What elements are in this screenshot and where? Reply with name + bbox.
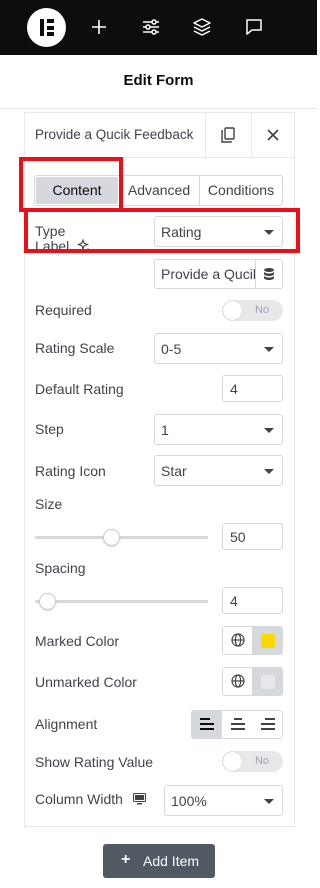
color-swatch bbox=[261, 634, 275, 648]
rating-icon-label: Rating Icon bbox=[35, 463, 106, 479]
global-colors-icon[interactable] bbox=[223, 668, 253, 695]
step-select[interactable]: 1 bbox=[154, 414, 283, 445]
type-select[interactable]: Rating bbox=[154, 216, 283, 247]
marked-color-control bbox=[222, 626, 283, 655]
spacing-value: 4 bbox=[230, 593, 238, 609]
spacing-slider-track[interactable] bbox=[35, 600, 208, 603]
unmarked-color-control bbox=[222, 667, 283, 696]
caret-down-icon bbox=[264, 469, 274, 474]
elementor-logo[interactable] bbox=[27, 8, 66, 47]
global-colors-icon[interactable] bbox=[223, 627, 253, 654]
ai-sparkle-icon[interactable] bbox=[77, 238, 91, 253]
default-rating-input[interactable]: 4 bbox=[222, 375, 283, 402]
align-left-icon bbox=[200, 718, 214, 730]
default-rating-label: Default Rating bbox=[35, 381, 124, 397]
unmarked-color-picker[interactable] bbox=[253, 668, 282, 695]
required-toggle[interactable]: No bbox=[222, 300, 283, 321]
desktop-icon[interactable] bbox=[132, 792, 146, 805]
sliders-icon[interactable] bbox=[140, 16, 162, 38]
align-right-button[interactable] bbox=[253, 711, 282, 738]
required-toggle-text: No bbox=[254, 304, 269, 316]
label-input[interactable]: Provide a Qucik Feedback bbox=[154, 259, 283, 289]
plus-icon: + bbox=[121, 851, 131, 868]
tab-group: Content Advanced Conditions bbox=[34, 175, 283, 206]
column-width-text: Column Width bbox=[35, 791, 123, 807]
layers-icon[interactable] bbox=[191, 16, 213, 38]
caret-down-icon bbox=[264, 347, 274, 352]
tab-content[interactable]: Content bbox=[36, 177, 118, 204]
repeater-item-title[interactable]: Provide a Qucik Feedback bbox=[35, 127, 193, 142]
alignment-label: Alignment bbox=[35, 716, 98, 732]
default-rating-value: 4 bbox=[230, 381, 238, 397]
align-left-button[interactable] bbox=[192, 711, 222, 738]
spacing-input[interactable]: 4 bbox=[222, 587, 283, 614]
show-rating-value-toggle-text: No bbox=[254, 755, 269, 767]
unmarked-color-label: Unmarked Color bbox=[35, 674, 137, 690]
rating-scale-select[interactable]: 0-5 bbox=[154, 333, 283, 364]
toggle-knob bbox=[223, 752, 242, 771]
page-title: Edit Form bbox=[123, 72, 194, 89]
marked-color-picker[interactable] bbox=[253, 627, 282, 654]
rating-icon-value: Star bbox=[161, 463, 187, 479]
caret-down-icon bbox=[264, 428, 274, 433]
rating-icon-select[interactable]: Star bbox=[154, 455, 283, 486]
required-label: Required bbox=[35, 302, 92, 318]
chat-icon[interactable] bbox=[243, 16, 265, 38]
top-toolbar bbox=[0, 0, 317, 55]
rating-scale-value: 0-5 bbox=[161, 341, 182, 357]
alignment-control bbox=[191, 710, 283, 739]
show-rating-value-label: Show Rating Value bbox=[35, 754, 154, 770]
column-width-label: Column Width bbox=[35, 791, 146, 807]
column-width-select[interactable]: 100% bbox=[164, 785, 283, 816]
size-value: 50 bbox=[230, 529, 246, 545]
dynamic-tags-icon[interactable] bbox=[255, 260, 282, 288]
tab-conditions[interactable]: Conditions bbox=[200, 176, 282, 205]
duplicate-icon[interactable] bbox=[218, 125, 238, 145]
marked-color-label: Marked Color bbox=[35, 633, 120, 649]
caret-down-icon bbox=[264, 230, 274, 235]
spacing-slider-handle[interactable] bbox=[39, 593, 56, 610]
column-width-value: 100% bbox=[171, 793, 207, 809]
align-center-icon bbox=[231, 718, 245, 730]
spacing-label: Spacing bbox=[35, 560, 86, 576]
color-swatch bbox=[261, 675, 275, 689]
step-value: 1 bbox=[161, 422, 169, 438]
size-input[interactable]: 50 bbox=[222, 523, 283, 550]
toggle-knob bbox=[223, 301, 242, 320]
size-slider-handle[interactable] bbox=[103, 529, 120, 546]
step-label: Step bbox=[35, 421, 64, 437]
plus-icon[interactable] bbox=[88, 16, 110, 38]
add-item-label: Add Item bbox=[143, 853, 200, 869]
align-center-button[interactable] bbox=[223, 711, 253, 738]
align-right-icon bbox=[261, 718, 275, 730]
divider bbox=[0, 108, 317, 109]
show-rating-value-toggle[interactable]: No bbox=[222, 751, 283, 772]
type-select-value: Rating bbox=[161, 224, 202, 240]
close-icon[interactable] bbox=[263, 125, 283, 145]
divider bbox=[251, 113, 252, 157]
tab-advanced[interactable]: Advanced bbox=[120, 176, 198, 205]
size-slider-track[interactable] bbox=[35, 536, 208, 539]
divider bbox=[205, 113, 206, 157]
label-field-text: Label bbox=[35, 238, 70, 254]
size-label: Size bbox=[35, 496, 63, 512]
label-field-label: Label bbox=[35, 237, 91, 254]
caret-down-icon bbox=[264, 799, 274, 804]
repeater-item-header[interactable]: Provide a Qucik Feedback bbox=[25, 113, 294, 158]
add-item-button[interactable]: + Add Item bbox=[103, 844, 215, 878]
rating-scale-label: Rating Scale bbox=[35, 340, 115, 356]
